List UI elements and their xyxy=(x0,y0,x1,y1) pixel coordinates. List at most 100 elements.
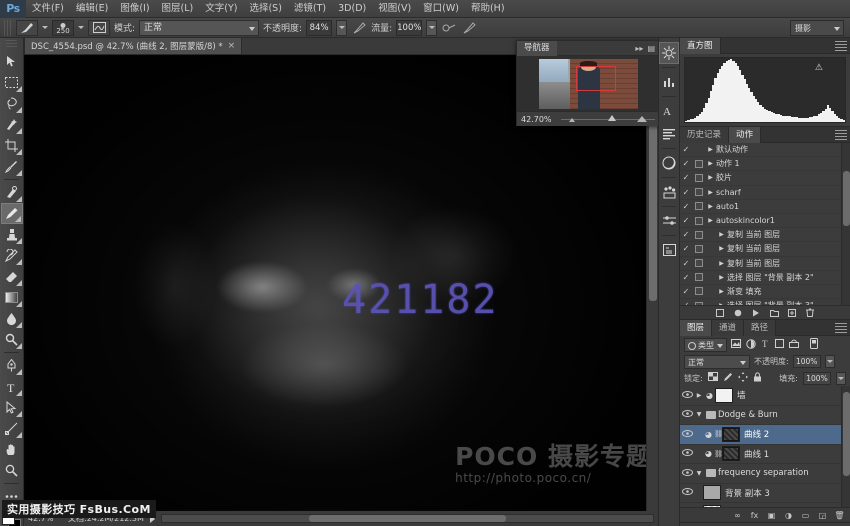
zoom-out-icon[interactable] xyxy=(569,118,575,122)
layer-mask-link-icon[interactable]: ⛓ xyxy=(714,430,722,438)
zoom-slider-handle[interactable] xyxy=(608,115,616,121)
new-group-icon[interactable]: ▭ xyxy=(801,511,810,520)
action-toggle-icon[interactable]: ✓ xyxy=(680,159,692,168)
play-selection-icon[interactable] xyxy=(752,308,761,317)
menu-item-7[interactable]: 3D(D) xyxy=(332,0,372,18)
brush-panel-toggle[interactable] xyxy=(88,20,110,36)
panel-menu-icon[interactable]: ▤ xyxy=(647,44,655,53)
lock-transparent-icon[interactable] xyxy=(708,372,718,384)
clone-stamp-tool[interactable] xyxy=(1,224,23,245)
action-row[interactable]: ✓▶胶片 xyxy=(680,171,850,185)
pen-tool[interactable] xyxy=(1,355,23,376)
begin-recording-icon[interactable] xyxy=(734,308,743,317)
new-action-icon[interactable] xyxy=(788,308,797,317)
healing-brush-tool[interactable] xyxy=(1,182,23,203)
action-dialog-toggle[interactable] xyxy=(692,245,705,253)
navigator-zoom-slider[interactable] xyxy=(561,114,655,124)
action-toggle-icon[interactable]: ✓ xyxy=(680,259,692,268)
blur-tool[interactable] xyxy=(1,308,23,329)
flow-input[interactable]: 100% xyxy=(396,20,422,36)
lock-image-icon[interactable] xyxy=(723,372,733,385)
type-tool[interactable]: T xyxy=(1,376,23,397)
delete-action-icon[interactable] xyxy=(806,308,815,317)
dock-character-icon[interactable]: A xyxy=(659,100,679,122)
path-select-tool[interactable] xyxy=(1,397,23,418)
layer-mask-link-icon[interactable]: ⛓ xyxy=(714,450,722,458)
action-expand-icon[interactable]: ▶ xyxy=(716,274,727,281)
histogram-panel-menu-icon[interactable] xyxy=(835,41,847,51)
collapse-icon[interactable]: ▸▸ xyxy=(635,44,643,53)
action-row[interactable]: ✓▶默认动作 xyxy=(680,143,850,157)
layer-row[interactable]: ▼Dodge & Burn xyxy=(680,406,850,426)
opacity-pressure-icon[interactable] xyxy=(351,20,367,36)
filter-shape-icon[interactable] xyxy=(775,339,784,350)
action-dialog-toggle[interactable] xyxy=(692,273,705,281)
quick-select-tool[interactable] xyxy=(1,114,23,135)
action-row[interactable]: ✓▶选择 图层 "背景 副本 2" xyxy=(680,271,850,285)
layer-row[interactable]: ▶◕墙 xyxy=(680,386,850,406)
hand-tool[interactable] xyxy=(1,439,23,460)
action-dialog-toggle[interactable] xyxy=(692,302,705,305)
action-toggle-icon[interactable]: ✓ xyxy=(680,273,692,282)
action-toggle-icon[interactable]: ✓ xyxy=(680,301,692,305)
link-layers-icon[interactable]: ∞ xyxy=(733,511,742,520)
filter-toggle-switch[interactable] xyxy=(810,338,818,351)
opacity-stepper[interactable] xyxy=(336,20,347,36)
layer-expand-icon[interactable]: ▼ xyxy=(694,470,704,477)
navigator-view-rectangle[interactable] xyxy=(576,66,616,91)
delete-layer-icon[interactable]: 🗑 xyxy=(835,511,844,520)
layer-fill-stepper[interactable] xyxy=(836,372,846,385)
layer-visibility-icon[interactable] xyxy=(680,410,694,419)
action-row[interactable]: ✓▶动作 1 xyxy=(680,157,850,171)
dock-adjustments-icon[interactable] xyxy=(659,42,679,64)
layer-row[interactable]: ◕⛓曲线 1 xyxy=(680,445,850,465)
close-icon[interactable]: × xyxy=(228,41,236,51)
layers-scroll-thumb[interactable] xyxy=(843,392,850,476)
layer-visibility-icon[interactable] xyxy=(680,430,694,439)
action-expand-icon[interactable]: ▶ xyxy=(705,160,716,167)
brush-tool[interactable] xyxy=(1,203,23,224)
menu-item-0[interactable]: 文件(F) xyxy=(26,0,70,18)
layer-expand-icon[interactable]: ▶ xyxy=(694,392,704,399)
action-row[interactable]: ✓▶autoskincolor1 xyxy=(680,214,850,228)
layer-style-icon[interactable]: fx xyxy=(750,511,759,520)
dock-paragraph-icon[interactable] xyxy=(659,123,679,145)
layer-row[interactable]: ◕⛓曲线 2 xyxy=(680,425,850,445)
filter-pixel-icon[interactable] xyxy=(731,339,741,350)
stop-playing-icon[interactable] xyxy=(716,308,725,317)
action-dialog-toggle[interactable] xyxy=(692,259,705,267)
action-toggle-icon[interactable]: ✓ xyxy=(680,230,692,239)
action-toggle-icon[interactable]: ✓ xyxy=(680,188,692,197)
layer-opacity-input[interactable]: 100% xyxy=(793,355,821,368)
brush-size-caret-icon[interactable] xyxy=(78,26,84,29)
tab-actions[interactable]: 动作 xyxy=(729,127,761,143)
options-bar-grip[interactable] xyxy=(4,20,12,36)
action-row[interactable]: ✓▶复制 当前 图层 xyxy=(680,228,850,242)
canvas-horizontal-scroll-thumb[interactable] xyxy=(309,515,505,522)
layer-adjustment-icon[interactable]: ◕ xyxy=(704,391,715,400)
flow-stepper[interactable] xyxy=(426,20,437,36)
actions-scroll-thumb[interactable] xyxy=(843,171,850,226)
layer-blend-mode-select[interactable]: 正常 xyxy=(684,355,750,369)
gradient-tool[interactable] xyxy=(1,287,23,308)
workspace-switcher[interactable]: 摄影 xyxy=(790,20,844,36)
action-row[interactable]: ✓▶渐变 填充 xyxy=(680,285,850,299)
toolbox-grip[interactable] xyxy=(6,40,17,49)
brush-size-field[interactable]: 250 xyxy=(52,20,74,36)
new-set-icon[interactable] xyxy=(770,308,779,317)
action-dialog-toggle[interactable] xyxy=(692,231,705,239)
action-toggle-icon[interactable]: ✓ xyxy=(680,145,692,154)
eraser-tool[interactable] xyxy=(1,266,23,287)
layers-scrollbar[interactable] xyxy=(841,386,850,507)
layer-adjustment-icon[interactable]: ◕ xyxy=(703,449,714,458)
layer-fill-input[interactable]: 100% xyxy=(803,372,831,385)
actions-list[interactable]: ✓▶默认动作✓▶动作 1✓▶胶片✓▶scharf✓▶auto1✓▶autoski… xyxy=(680,143,850,305)
lock-position-icon[interactable] xyxy=(738,372,748,385)
menu-item-3[interactable]: 图层(L) xyxy=(156,0,200,18)
action-expand-icon[interactable]: ▶ xyxy=(705,146,716,153)
eyedropper-tool[interactable] xyxy=(1,156,23,177)
action-dialog-toggle[interactable] xyxy=(692,174,705,182)
navigator-zoom-value[interactable]: 42.70% xyxy=(521,115,555,124)
zoom-in-icon[interactable] xyxy=(637,116,647,122)
dock-info-icon[interactable] xyxy=(659,239,679,261)
